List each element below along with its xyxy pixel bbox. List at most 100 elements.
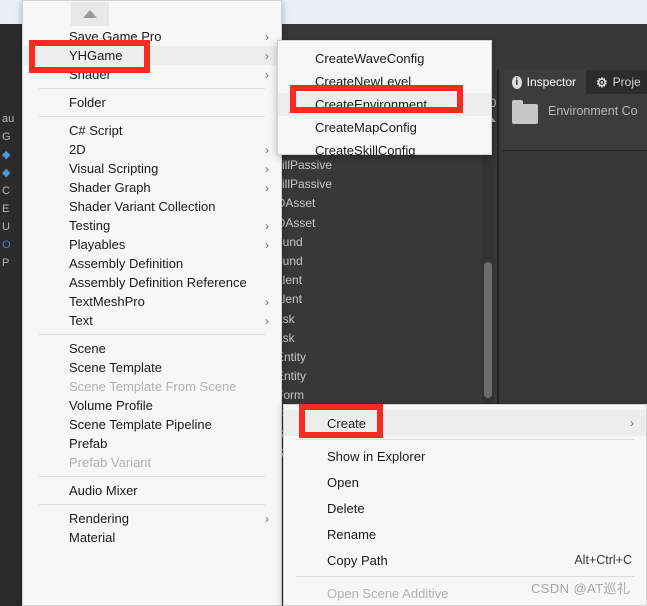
menu-item-label: CreateSkillConfig <box>315 143 416 158</box>
context-item-open[interactable]: Open <box>284 469 646 495</box>
menu-item-label: Material <box>69 530 116 545</box>
create-menu-item-visual-scripting[interactable]: Visual Scripting › <box>23 159 281 178</box>
project-scrollbar-thumb[interactable] <box>484 262 492 398</box>
menu-item-label: Shader <box>69 67 111 82</box>
create-menu-item-playables[interactable]: Playables › <box>23 235 281 254</box>
asset-row[interactable]: Form <box>276 386 332 405</box>
menu-item-label: Rendering <box>69 511 129 526</box>
menu-separator <box>39 334 265 335</box>
menu-item-shortcut: Alt+Ctrl+C <box>574 553 632 567</box>
asset-row[interactable]: ound <box>276 252 332 271</box>
create-menu-item-shader-graph[interactable]: Shader Graph › <box>23 178 281 197</box>
create-menu-item-text[interactable]: Text › <box>23 311 281 330</box>
create-menu-item-prefab-variant: Prefab Variant <box>23 453 281 472</box>
create-menu-item-2d[interactable]: 2D › <box>23 140 281 159</box>
create-menu-item-c-script[interactable]: C# Script <box>23 121 281 140</box>
create-menu-item-rendering[interactable]: Rendering › <box>23 509 281 528</box>
menu-item-label: Prefab Variant <box>69 455 152 470</box>
asset-row[interactable]: OAsset <box>276 194 332 213</box>
menu-item-label: Testing <box>69 218 111 233</box>
chevron-right-icon: › <box>265 218 269 233</box>
asset-row[interactable]: Entity <box>276 348 332 367</box>
asset-row[interactable]: alent <box>276 290 332 309</box>
project-context-menu[interactable]: Create › Show in Explorer Open Delete Rename C… <box>283 404 647 606</box>
context-item-show-in-explorer[interactable]: Show in Explorer <box>284 443 646 469</box>
create-menu-item-assembly-definition[interactable]: Assembly Definition <box>23 254 281 273</box>
chevron-right-icon: › <box>265 142 269 157</box>
asset-row[interactable]: ask <box>276 310 332 329</box>
create-menu-item-prefab[interactable]: Prefab <box>23 434 281 453</box>
asset-row[interactable]: OAsset <box>276 214 332 233</box>
asset-row[interactable]: alent <box>276 271 332 290</box>
create-menu[interactable]: Save Game Pro › YHGame › Shader › Folder C# Scr… <box>22 0 282 606</box>
chevron-right-icon: › <box>265 29 269 44</box>
create-menu-item-volume-profile[interactable]: Volume Profile <box>23 396 281 415</box>
menu-item-label: Copy Path <box>327 552 388 568</box>
create-menu-item-yhgame[interactable]: YHGame › <box>23 46 281 65</box>
create-menu-item-shader-variant-collection[interactable]: Shader Variant Collection <box>23 197 281 216</box>
menu-item-label: Playables <box>69 237 126 252</box>
asset-row[interactable]: ask <box>276 329 332 348</box>
menu-separator <box>39 88 265 89</box>
menu-item-label: CreateNewLevel <box>315 74 412 89</box>
yhgame-item-createskillconfig[interactable]: CreateSkillConfig <box>278 139 491 162</box>
chevron-right-icon: › <box>265 67 269 82</box>
yhgame-item-createmapconfig[interactable]: CreateMapConfig <box>278 116 491 139</box>
tab-project[interactable]: ⚙ Proje <box>586 70 647 94</box>
menu-item-label: Save Game Pro <box>69 29 162 44</box>
watermark-text: CSDN @AT巡礼 <box>531 581 631 596</box>
chevron-right-icon: › <box>265 294 269 309</box>
chevron-right-icon: › <box>630 416 634 430</box>
menu-separator <box>39 116 265 117</box>
menu-scroll-up-button[interactable] <box>23 1 281 27</box>
menu-item-label: Scene Template Pipeline <box>69 417 212 432</box>
chevron-right-icon: › <box>265 511 269 526</box>
asset-row[interactable]: Entity <box>276 367 332 386</box>
menu-item-label: Prefab <box>69 436 108 451</box>
create-menu-item-shader[interactable]: Shader › <box>23 65 281 84</box>
chevron-right-icon: › <box>265 48 269 63</box>
context-item-rename[interactable]: Rename <box>284 521 646 547</box>
menu-item-label: Shader Graph <box>69 180 151 195</box>
hierarchy-clipped-labels: au G ◆ ◆ C E U O P <box>2 113 15 269</box>
create-menu-item-audio-mixer[interactable]: Audio Mixer <box>23 481 281 500</box>
menu-item-label: Create <box>327 415 367 431</box>
create-menu-item-scene-template[interactable]: Scene Template <box>23 358 281 377</box>
inspector-title: Environment Co <box>548 104 638 118</box>
menu-item-label: Delete <box>327 500 365 516</box>
create-menu-item-folder[interactable]: Folder <box>23 93 281 112</box>
gear-icon: ⚙ <box>596 74 608 90</box>
create-menu-item-scene[interactable]: Scene <box>23 339 281 358</box>
menu-item-label: Scene Template <box>69 360 162 375</box>
context-item-create[interactable]: Create › <box>284 410 646 436</box>
menu-item-label: Scene <box>69 341 106 356</box>
chevron-right-icon: › <box>265 237 269 252</box>
create-menu-item-scene-template-pipeline[interactable]: Scene Template Pipeline <box>23 415 281 434</box>
create-menu-item-assembly-definition-reference[interactable]: Assembly Definition Reference <box>23 273 281 292</box>
yhgame-item-createwaveconfig[interactable]: CreateWaveConfig <box>278 47 491 70</box>
menu-item-label: Open <box>327 474 359 490</box>
tab-project-label: Proje <box>612 75 641 89</box>
chevron-right-icon: › <box>265 180 269 195</box>
menu-item-label: CreateWaveConfig <box>315 51 425 66</box>
create-menu-item-textmeshpro[interactable]: TextMeshPro › <box>23 292 281 311</box>
menu-item-label: Show in Explorer <box>327 448 426 464</box>
window-top-strip-right <box>460 0 647 24</box>
context-item-delete[interactable]: Delete <box>284 495 646 521</box>
menu-item-label: CreateMapConfig <box>315 120 417 135</box>
create-menu-item-save-game-pro[interactable]: Save Game Pro › <box>23 27 281 46</box>
folder-icon <box>512 100 538 124</box>
create-menu-item-testing[interactable]: Testing › <box>23 216 281 235</box>
yhgame-item-createnewlevel[interactable]: CreateNewLevel <box>278 70 491 93</box>
asset-row[interactable]: ound <box>276 233 332 252</box>
yhgame-submenu[interactable]: CreateWaveConfig CreateNewLevel CreateEnvi… <box>277 40 492 158</box>
yhgame-item-createenvironment[interactable]: CreateEnvironment <box>278 93 491 116</box>
create-menu-item-scene-template-from-scene: Scene Template From Scene <box>23 377 281 396</box>
menu-item-label: CreateEnvironment <box>315 97 427 112</box>
tab-inspector[interactable]: i Inspector <box>502 70 586 94</box>
menu-item-label: Assembly Definition <box>69 256 184 271</box>
menu-item-label: Open Scene Additive <box>327 585 449 601</box>
context-item-copy-path[interactable]: Copy Path Alt+Ctrl+C <box>284 547 646 573</box>
create-menu-item-material[interactable]: Material <box>23 528 281 547</box>
asset-row[interactable]: killPassive <box>276 175 332 194</box>
